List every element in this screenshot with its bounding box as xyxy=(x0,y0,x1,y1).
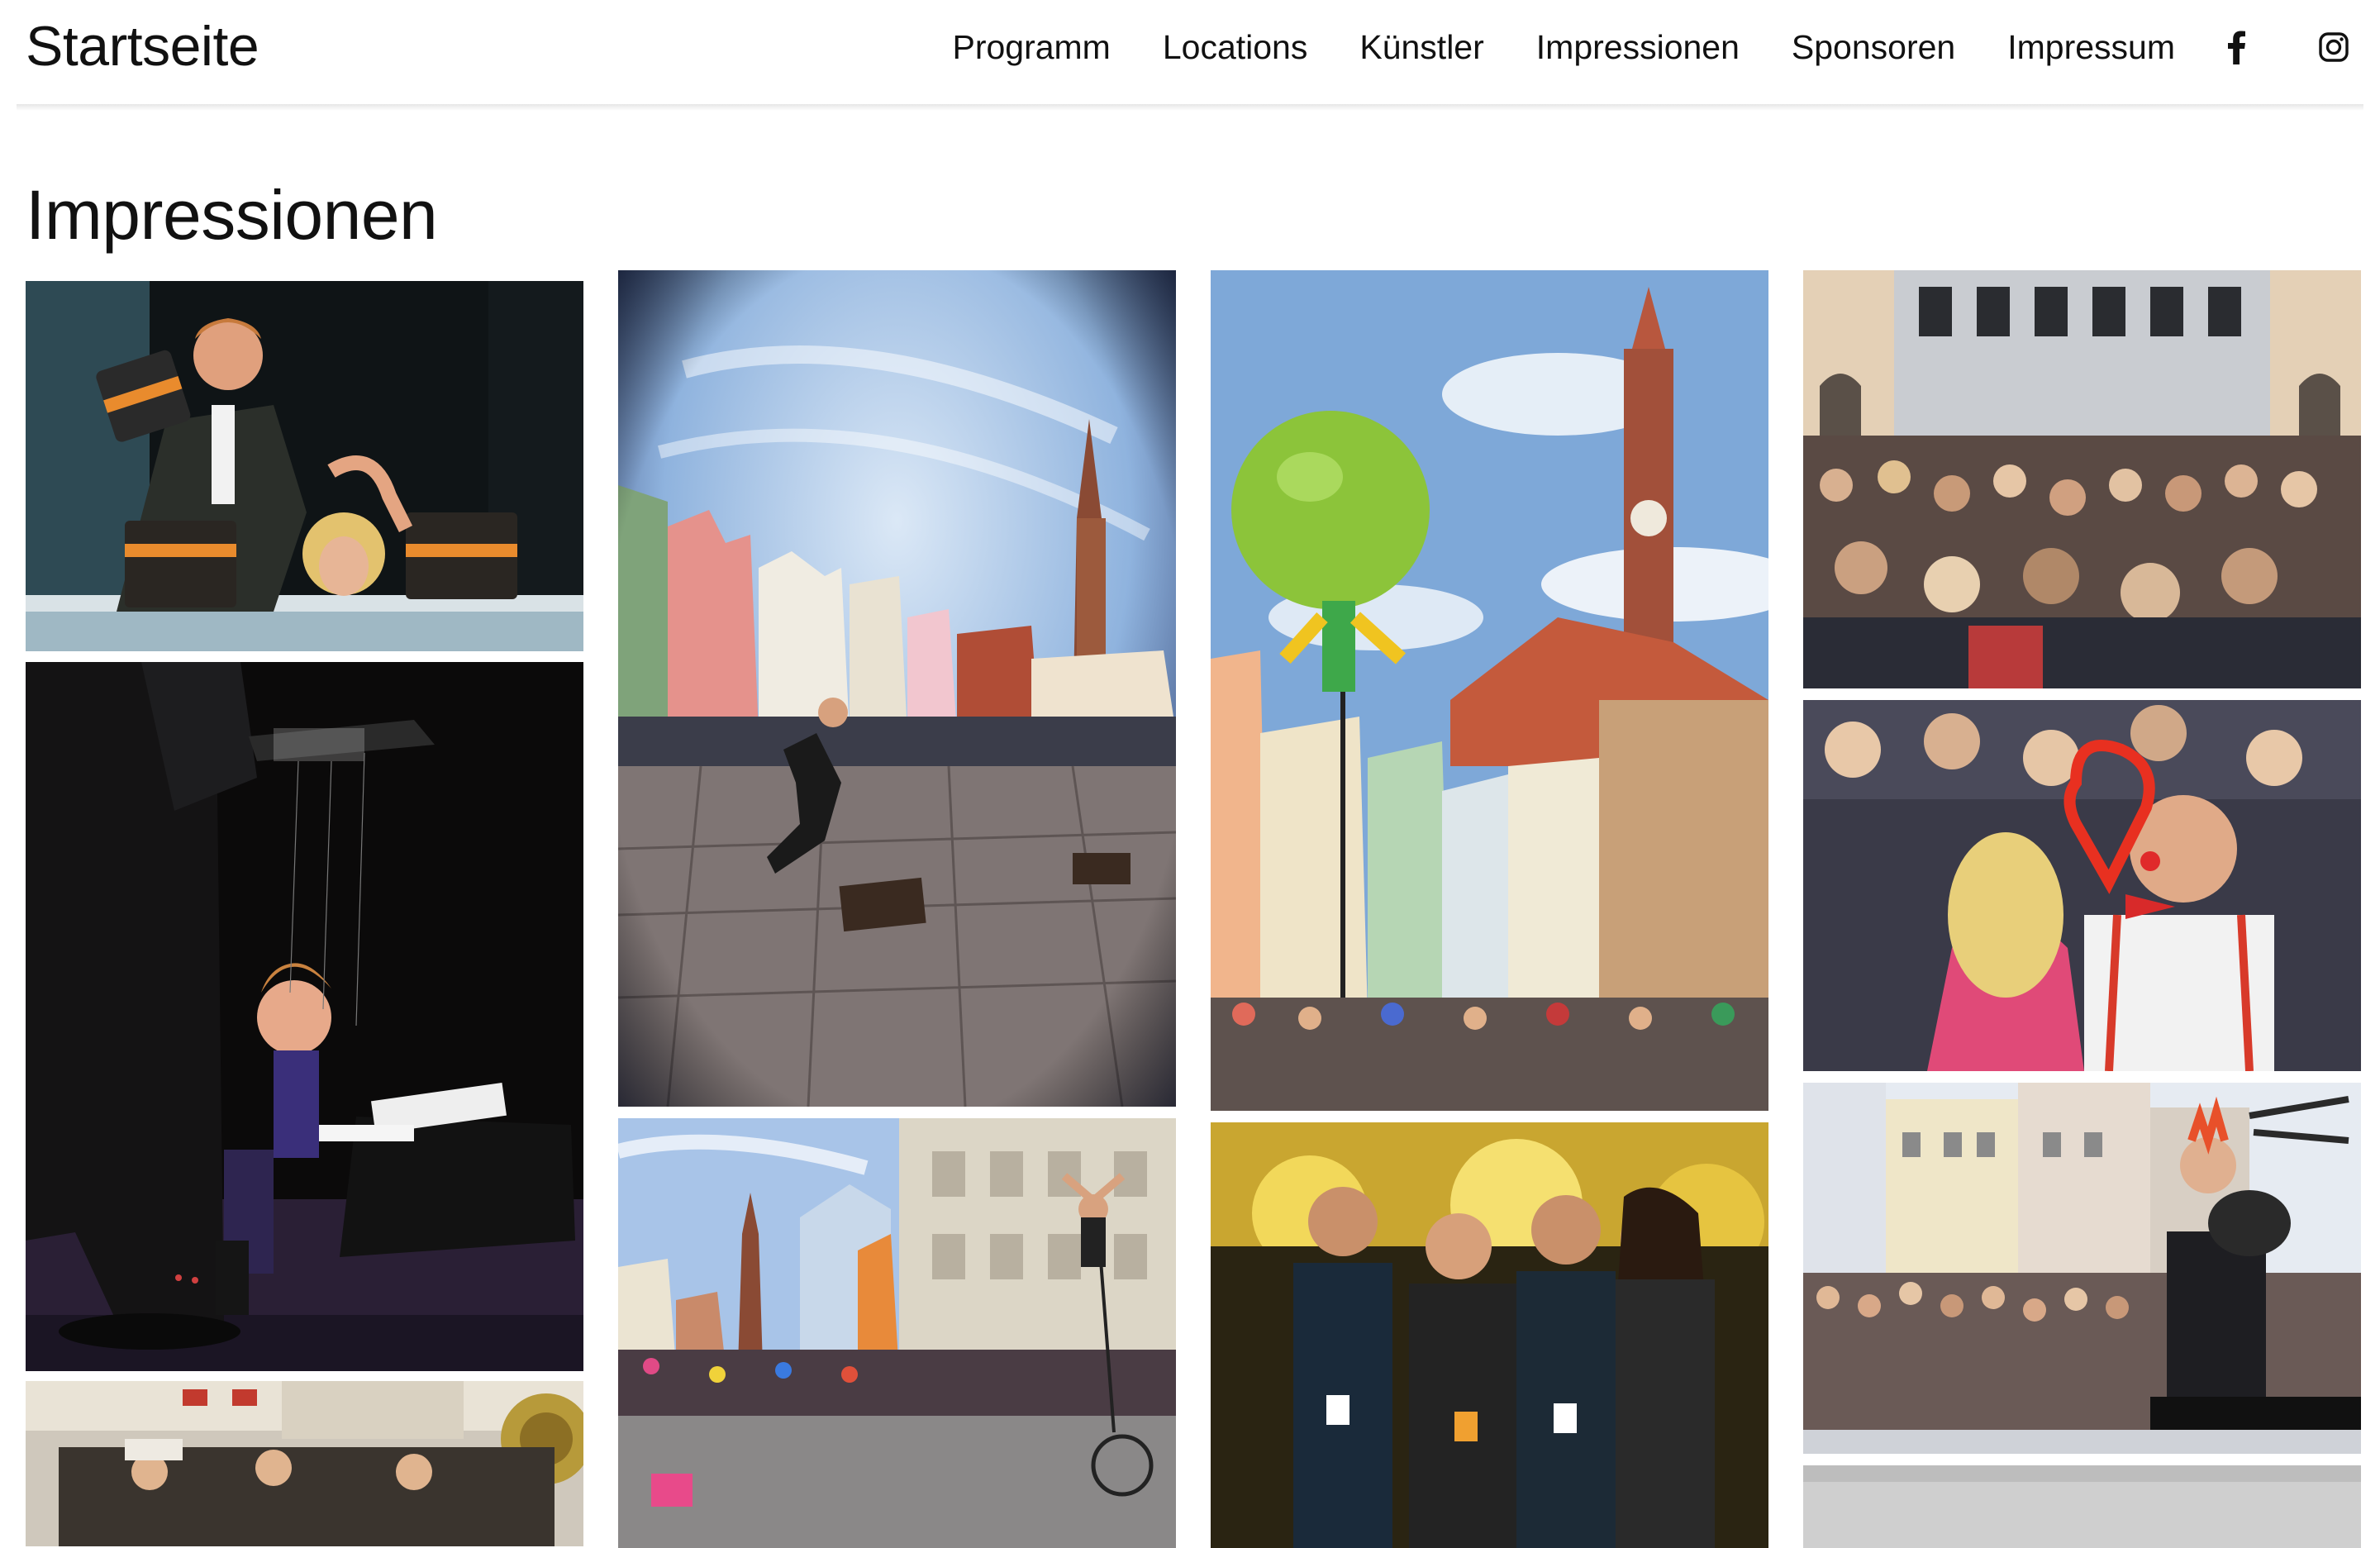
nav-kuenstler[interactable]: Künstler xyxy=(1359,26,1483,68)
instagram-icon xyxy=(2319,32,2349,62)
facebook-link[interactable] xyxy=(2220,26,2253,68)
gallery-image-brass-band[interactable] xyxy=(26,1381,583,1546)
nav-sponsoren[interactable]: Sponsoren xyxy=(1792,26,1955,68)
photo-balloon-stilt-illustration xyxy=(1211,270,1768,1111)
gallery-image-courtyard-crowd[interactable] xyxy=(1803,270,2361,688)
photo-courtyard-crowd-illustration xyxy=(1803,270,2361,688)
main-navigation: Programm Locations Künstler Impressionen… xyxy=(952,26,2175,68)
gallery-image-juggler-square[interactable] xyxy=(618,270,1176,1107)
photo-magician-illustration xyxy=(26,281,583,651)
instagram-link[interactable] xyxy=(2316,26,2352,68)
page-title: Impressionen xyxy=(26,176,438,254)
site-header: Startseite Programm Locations Künstler I… xyxy=(0,0,2380,107)
photo-puppet-illustration xyxy=(26,662,583,1371)
nav-impressionen[interactable]: Impressionen xyxy=(1536,26,1740,68)
gallery-image-bagpiper-crowd[interactable] xyxy=(1803,1083,2361,1454)
brand-home-link[interactable]: Startseite xyxy=(26,13,259,79)
photo-partial-illustration xyxy=(1803,1465,2361,1548)
nav-locations[interactable]: Locations xyxy=(1163,26,1308,68)
gallery-image-partial-bottom[interactable] xyxy=(1803,1465,2361,1548)
photo-group-portrait-illustration xyxy=(1211,1122,1768,1548)
gallery-image-heart-balloon-clown[interactable] xyxy=(1803,700,2361,1071)
header-divider xyxy=(17,104,2363,111)
gallery-image-unicycle-street[interactable] xyxy=(618,1118,1176,1548)
gallery-image-balloon-stilt[interactable] xyxy=(1211,270,1768,1111)
gallery-image-group-portrait[interactable] xyxy=(1211,1122,1768,1548)
photo-brass-band-illustration xyxy=(26,1381,583,1546)
gallery-image-puppet-piano[interactable] xyxy=(26,662,583,1371)
photo-heart-clown-illustration xyxy=(1803,700,2361,1071)
photo-bagpiper-illustration xyxy=(1803,1083,2361,1454)
nav-impressum[interactable]: Impressum xyxy=(2007,26,2175,68)
photo-juggler-square-illustration xyxy=(618,270,1176,1107)
nav-programm[interactable]: Programm xyxy=(952,26,1110,68)
facebook-icon xyxy=(2228,31,2245,64)
photo-unicycle-street-illustration xyxy=(618,1118,1176,1548)
gallery-image-magician-stage[interactable] xyxy=(26,281,583,651)
